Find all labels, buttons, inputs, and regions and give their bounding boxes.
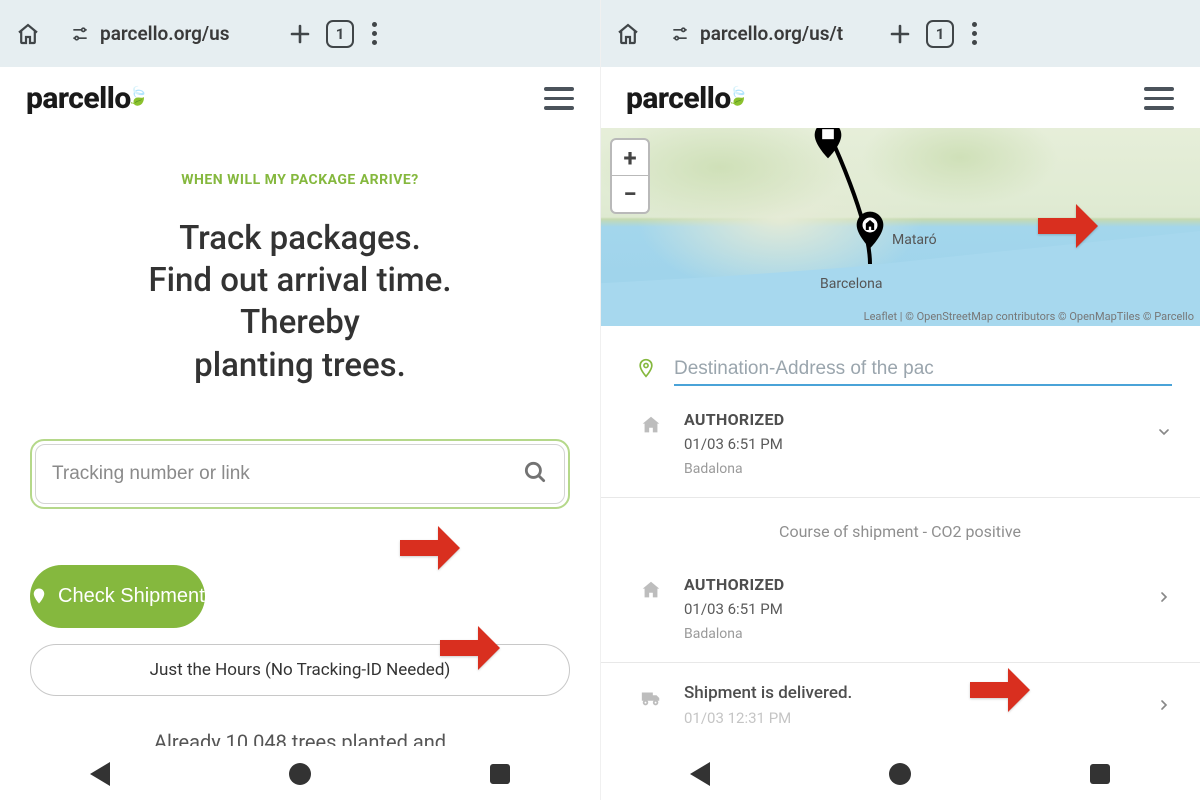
url-text: parcello.org/us/t (700, 22, 843, 45)
url-bar[interactable]: parcello.org/us (54, 12, 274, 55)
home-icon[interactable] (616, 22, 640, 46)
truck-icon (640, 687, 662, 713)
divider (600, 662, 1200, 663)
location-pin-icon (636, 355, 656, 385)
hero-eyebrow: WHEN WILL MY PACKAGE ARRIVE? (0, 172, 600, 188)
tracking-event[interactable]: AUTHORIZED 01/03 6:51 PM Badalona (600, 561, 1200, 656)
check-shipment-button[interactable]: Check Shipment (30, 565, 205, 628)
hero-headline: Track packages. Find out arrival time. T… (0, 218, 600, 387)
home-icon[interactable] (16, 22, 40, 46)
app-header: parcello🍃 (0, 67, 600, 128)
nav-home-icon[interactable] (289, 763, 311, 785)
annotation-arrow (1038, 204, 1098, 252)
map-label: Barcelona (820, 276, 882, 292)
search-icon[interactable] (522, 459, 548, 489)
hamburger-menu-icon[interactable] (544, 87, 574, 110)
leaf-icon: 🍃 (127, 86, 149, 107)
house-icon (640, 414, 662, 440)
site-settings-icon (70, 24, 90, 44)
nav-back-icon[interactable] (690, 762, 710, 786)
annotation-arrow (440, 626, 500, 674)
tracking-input[interactable] (52, 463, 512, 485)
event-location: Badalona (684, 461, 1134, 477)
tab-count[interactable]: 1 (326, 20, 354, 48)
nav-home-icon[interactable] (889, 763, 911, 785)
url-bar[interactable]: parcello.org/us/t (654, 12, 874, 55)
browser-chrome: parcello.org/us 1 (0, 0, 600, 67)
new-tab-icon[interactable] (288, 22, 312, 46)
chevron-down-icon (1156, 424, 1172, 444)
leaf-icon: 🍃 (727, 86, 749, 107)
event-status: AUTHORIZED (684, 410, 1134, 429)
zoom-in-button[interactable]: + (612, 140, 648, 176)
event-status: Shipment is delivered. (684, 683, 1134, 703)
map-label: Mataró (892, 232, 937, 248)
logo[interactable]: parcello🍃 (626, 81, 749, 116)
logo[interactable]: parcello🍃 (26, 81, 149, 116)
android-nav-bar (0, 746, 600, 800)
map-attribution: Leaflet | © OpenStreetMap contributors ©… (864, 310, 1194, 323)
course-label: Course of shipment - CO2 positive (600, 504, 1200, 561)
nav-back-icon[interactable] (90, 762, 110, 786)
browser-chrome: parcello.org/us/t 1 (600, 0, 1200, 67)
chevron-right-icon (1156, 589, 1172, 609)
trees-counter-text: Already 10 048 trees planted and (0, 730, 600, 746)
chevron-right-icon (1156, 697, 1172, 717)
tracking-input-wrap (30, 439, 570, 509)
map-destination-pin-icon (850, 204, 890, 256)
map-origin-pin-icon (808, 128, 848, 166)
event-time: 01/03 12:31 PM (684, 709, 1134, 727)
tab-count[interactable]: 1 (926, 20, 954, 48)
event-status: AUTHORIZED (684, 575, 1134, 594)
android-nav-bar (600, 746, 1200, 800)
divider (600, 497, 1200, 498)
nav-recents-icon[interactable] (490, 764, 510, 784)
tracking-event[interactable]: Shipment is delivered. 01/03 12:31 PM (600, 669, 1200, 727)
annotation-arrow (970, 668, 1030, 716)
url-text: parcello.org/us (100, 22, 230, 45)
tracking-map[interactable]: + − Mataró Barcelona Leaflet | © OpenStr… (600, 128, 1200, 326)
hamburger-menu-icon[interactable] (1144, 87, 1174, 110)
site-settings-icon (670, 24, 690, 44)
map-zoom-control: + − (610, 138, 650, 214)
zoom-out-button[interactable]: − (612, 176, 648, 212)
destination-input[interactable] (674, 354, 1172, 386)
menu-dots-icon[interactable] (368, 18, 381, 49)
new-tab-icon[interactable] (888, 22, 912, 46)
event-location: Badalona (684, 626, 1134, 642)
event-time: 01/03 6:51 PM (684, 435, 1134, 453)
annotation-arrow (400, 526, 460, 574)
tracking-event[interactable]: AUTHORIZED 01/03 6:51 PM Badalona (600, 396, 1200, 491)
destination-input-row (600, 326, 1200, 396)
event-time: 01/03 6:51 PM (684, 600, 1134, 618)
location-pin-icon (30, 587, 48, 605)
app-header: parcello🍃 (600, 67, 1200, 128)
menu-dots-icon[interactable] (968, 18, 981, 49)
nav-recents-icon[interactable] (1090, 764, 1110, 784)
house-icon (640, 579, 662, 605)
